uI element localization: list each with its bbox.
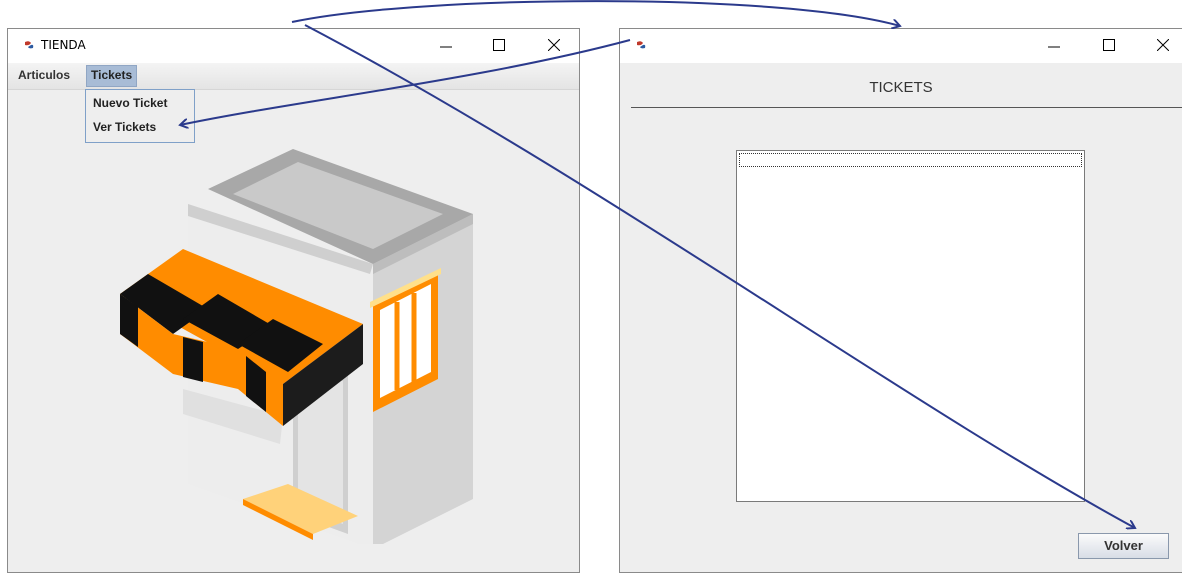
arrow-to-ver-tickets xyxy=(180,39,631,125)
annotation-arrows xyxy=(0,0,1182,566)
arrow-to-window-top xyxy=(291,0,900,26)
arrow-to-volver xyxy=(304,24,1135,528)
